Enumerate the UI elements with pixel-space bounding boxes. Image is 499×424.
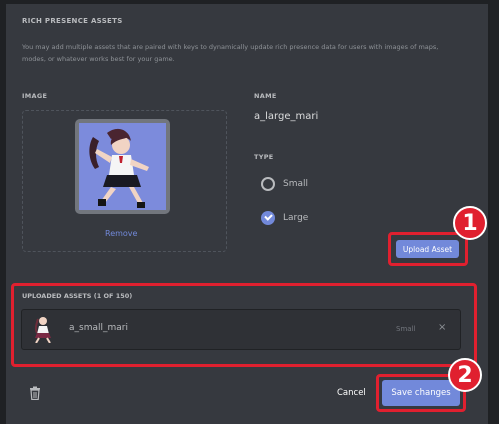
asset-name-field[interactable]: a_large_mari xyxy=(254,111,466,122)
asset-image-preview xyxy=(75,119,170,214)
type-option-large[interactable]: Large xyxy=(261,211,308,225)
type-label: TYPE xyxy=(254,153,274,161)
radio-checked-icon xyxy=(261,211,275,225)
asset-name: a_small_mari xyxy=(69,323,128,333)
asset-type: Small xyxy=(396,325,416,333)
type-option-label: Large xyxy=(283,213,309,223)
trash-icon[interactable] xyxy=(29,386,41,400)
step-badge-1: 1 xyxy=(453,206,487,240)
name-label: NAME xyxy=(254,92,277,100)
step-badge-2: 2 xyxy=(448,358,482,392)
asset-thumbnail xyxy=(34,317,51,343)
scrollbar-track[interactable] xyxy=(490,0,499,424)
character-image xyxy=(79,123,166,210)
cancel-button[interactable]: Cancel xyxy=(337,388,366,398)
delete-asset-button[interactable]: × xyxy=(438,322,446,333)
type-option-small[interactable]: Small xyxy=(261,177,308,191)
remove-image-link[interactable]: Remove xyxy=(105,229,137,238)
type-option-label: Small xyxy=(283,179,308,189)
section-description: You may add multiple assets that are pai… xyxy=(22,43,439,63)
radio-unchecked-icon xyxy=(261,177,275,191)
image-label: IMAGE xyxy=(22,92,48,100)
uploaded-assets-title: UPLOADED ASSETS (1 OF 150) xyxy=(22,292,133,300)
section-title: RICH PRESENCE ASSETS xyxy=(22,17,123,25)
upload-asset-button[interactable]: Upload Asset xyxy=(396,240,459,258)
save-changes-button[interactable]: Save changes xyxy=(382,380,460,406)
